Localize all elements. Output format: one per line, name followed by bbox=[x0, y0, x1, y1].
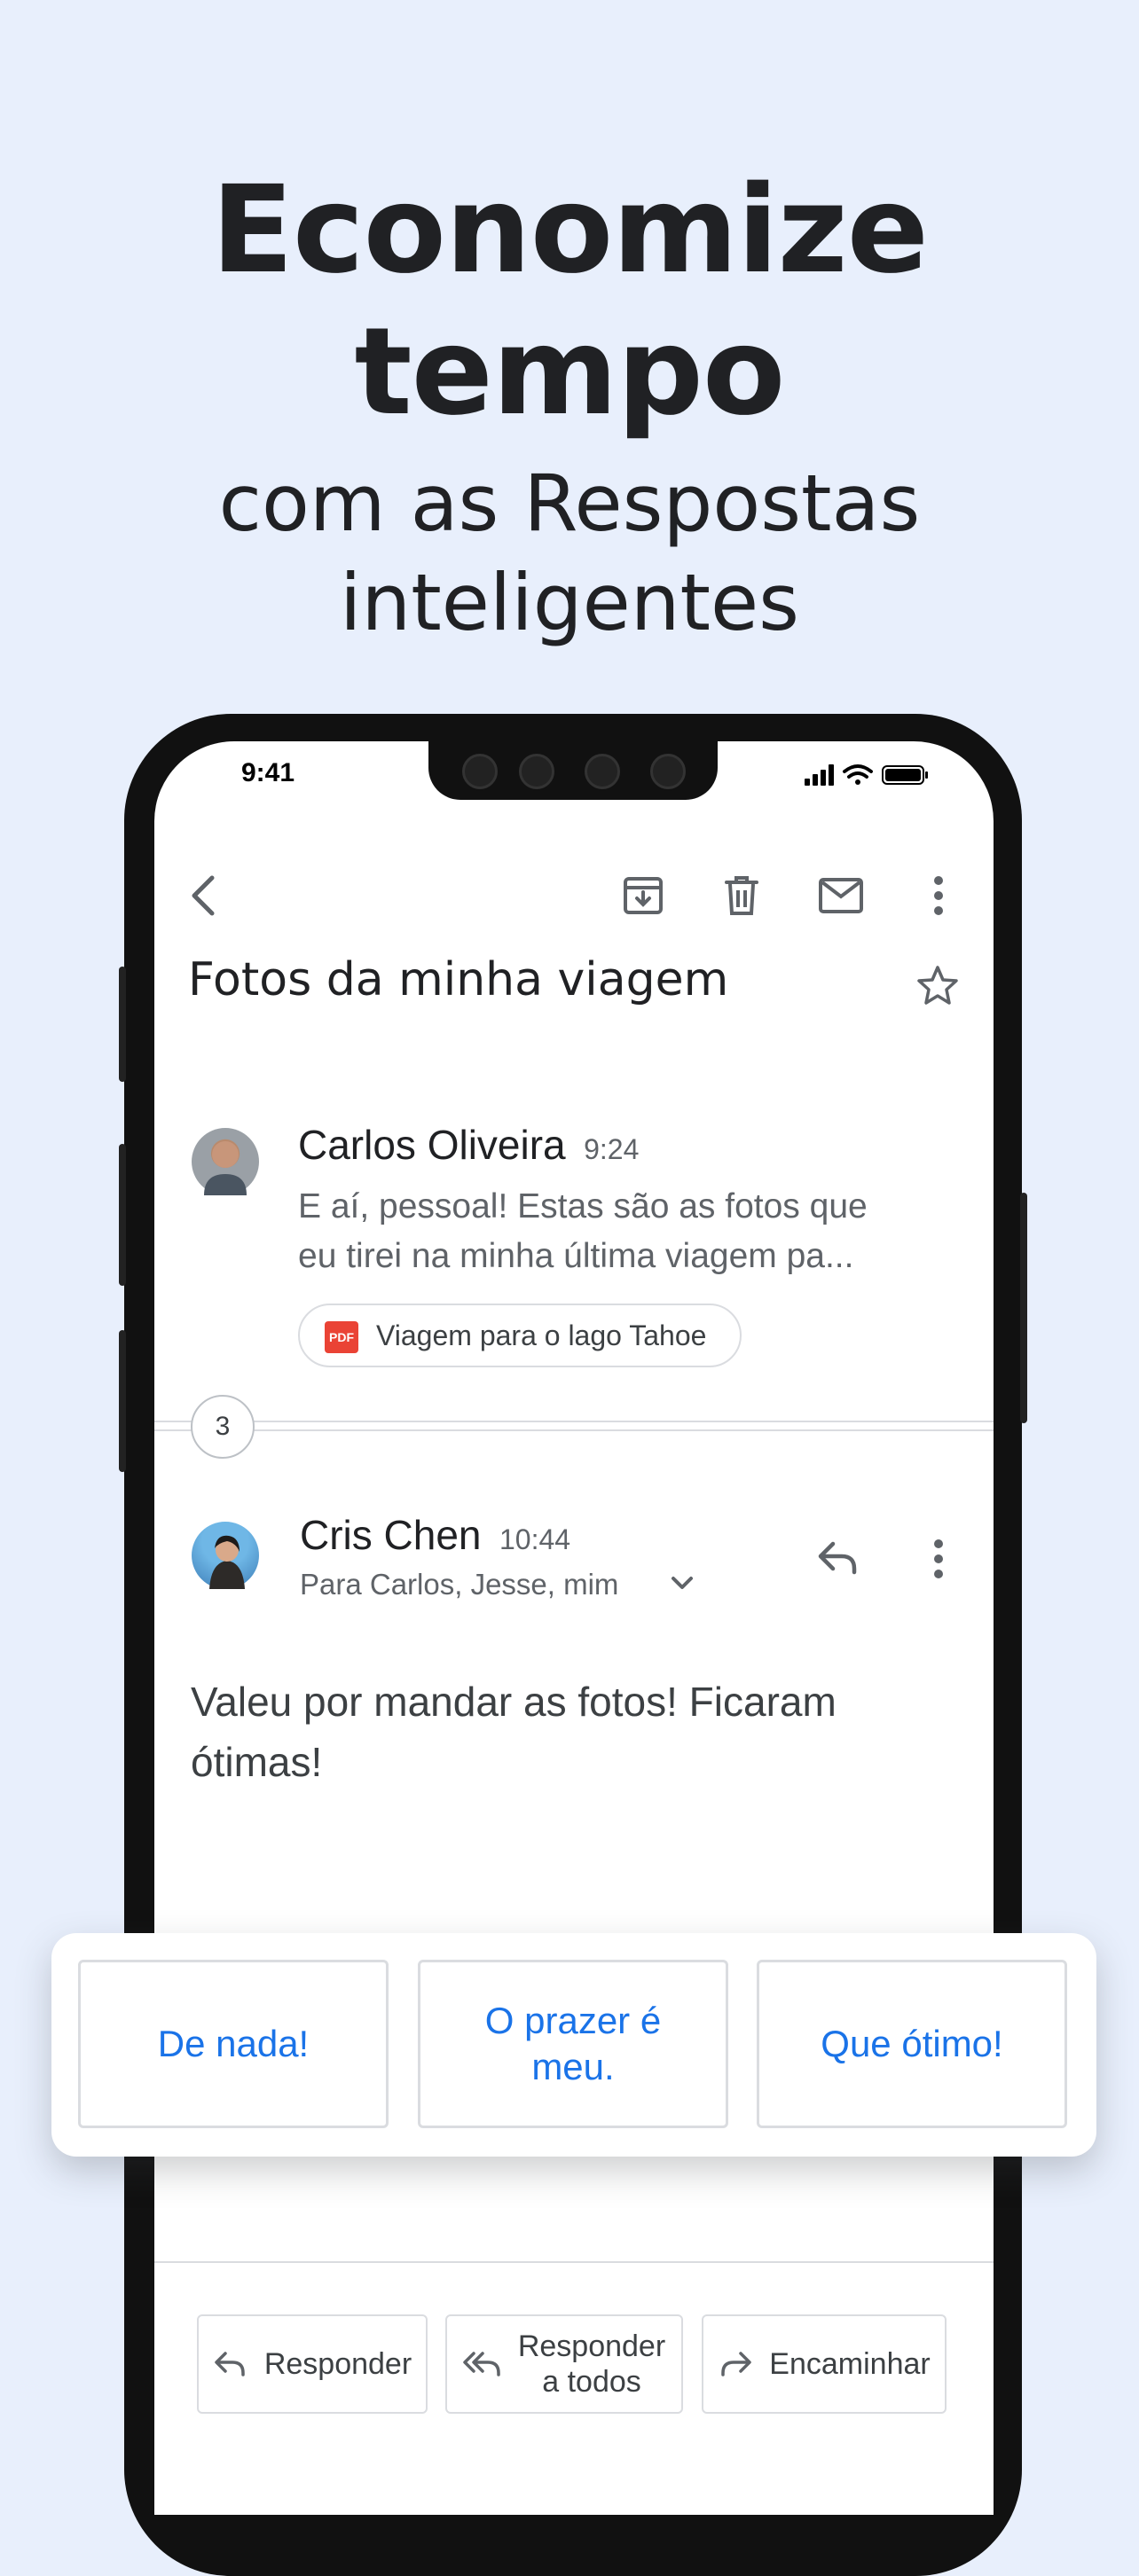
snippet-line-2: eu tirei na minha última viagem pa... bbox=[298, 1237, 854, 1275]
snippet-line-1: E aí, pessoal! Estas são as fotos que bbox=[298, 1187, 868, 1225]
signal-icon bbox=[805, 764, 834, 786]
recipients[interactable]: Para Carlos, Jesse, mim bbox=[300, 1568, 618, 1601]
volume-up-button bbox=[119, 967, 126, 1082]
headline-line-1: Economize bbox=[211, 161, 929, 301]
front-camera bbox=[462, 754, 498, 789]
sensor bbox=[519, 754, 554, 789]
phone-screen bbox=[154, 741, 994, 2515]
reply-all-icon bbox=[463, 2352, 500, 2376]
reply-all-button[interactable]: Responder a todos bbox=[445, 2314, 683, 2414]
power-button bbox=[1020, 1193, 1027, 1423]
status-time: 9:41 bbox=[241, 758, 295, 787]
avatar bbox=[192, 1128, 259, 1195]
reply-label: Responder bbox=[263, 2347, 412, 2381]
sensor bbox=[650, 754, 686, 789]
more-icon[interactable] bbox=[923, 1537, 954, 1581]
reply-icon[interactable] bbox=[815, 1537, 861, 1579]
battery-icon bbox=[882, 765, 928, 785]
message-header[interactable]: Carlos Oliveira 9:24 bbox=[298, 1121, 639, 1169]
mark-unread-icon[interactable] bbox=[818, 875, 864, 916]
smart-reply-button[interactable]: De nada! bbox=[78, 1960, 389, 2128]
smart-reply-panel: De nada! O prazer é meu. Que ótimo! bbox=[51, 1933, 1096, 2157]
body-line-1: Valeu por mandar as fotos! Ficaram bbox=[191, 1679, 837, 1725]
sender-name: Carlos Oliveira bbox=[298, 1122, 566, 1168]
reply-icon bbox=[215, 2352, 245, 2376]
sensor bbox=[585, 754, 620, 789]
archive-icon[interactable] bbox=[621, 873, 665, 918]
collapsed-messages-count[interactable]: 3 bbox=[191, 1395, 255, 1459]
avatar bbox=[192, 1522, 259, 1589]
mute-switch bbox=[119, 1330, 126, 1472]
message-snippet[interactable]: E aí, pessoal! Estas são as fotos que eu… bbox=[298, 1182, 901, 1281]
attachment-name: Viagem para o lago Tahoe bbox=[376, 1319, 707, 1351]
forward-label: Encaminhar bbox=[769, 2347, 931, 2381]
message-time: 10:44 bbox=[499, 1523, 571, 1555]
chevron-down-icon[interactable] bbox=[667, 1570, 697, 1596]
reply-all-line-2: a todos bbox=[542, 2365, 641, 2399]
subline-line-2: inteligentes bbox=[339, 557, 800, 648]
email-subject: Fotos da minha viagem bbox=[188, 953, 729, 1006]
message-body: Valeu por mandar as fotos! Ficaram ótima… bbox=[191, 1672, 900, 1792]
smart-reply-button[interactable]: Que ótimo! bbox=[757, 1960, 1067, 2128]
star-icon[interactable] bbox=[915, 964, 960, 1008]
reply-all-label: Responder a todos bbox=[518, 2329, 665, 2400]
subline-line-1: com as Respostas bbox=[218, 458, 921, 549]
body-line-2: ótimas! bbox=[191, 1739, 323, 1785]
pdf-icon: PDF bbox=[325, 1321, 358, 1353]
headline-line-2: tempo bbox=[354, 302, 786, 442]
volume-down-button bbox=[119, 1144, 126, 1286]
divider bbox=[154, 1429, 994, 1431]
forward-icon bbox=[721, 2352, 752, 2376]
more-icon[interactable] bbox=[923, 873, 954, 918]
sender-name: Cris Chen bbox=[300, 1512, 482, 1558]
smart-reply-button[interactable]: O prazer é meu. bbox=[418, 1960, 728, 2128]
message-time: 9:24 bbox=[584, 1133, 640, 1165]
attachment-chip[interactable]: PDF Viagem para o lago Tahoe bbox=[298, 1304, 742, 1367]
status-icons bbox=[803, 761, 936, 787]
promo-subline: com as Respostas inteligentes bbox=[0, 454, 1139, 653]
reply-button[interactable]: Responder bbox=[197, 2314, 428, 2414]
divider bbox=[154, 2261, 994, 2263]
delete-icon[interactable] bbox=[719, 873, 764, 918]
reply-all-line-1: Responder bbox=[517, 2329, 666, 2363]
forward-button[interactable]: Encaminhar bbox=[702, 2314, 947, 2414]
promo-headline: Economize tempo bbox=[0, 160, 1139, 443]
back-icon[interactable] bbox=[182, 869, 224, 922]
divider bbox=[154, 1421, 994, 1422]
wifi-icon bbox=[843, 764, 873, 785]
message-header[interactable]: Cris Chen 10:44 bbox=[300, 1511, 570, 1559]
